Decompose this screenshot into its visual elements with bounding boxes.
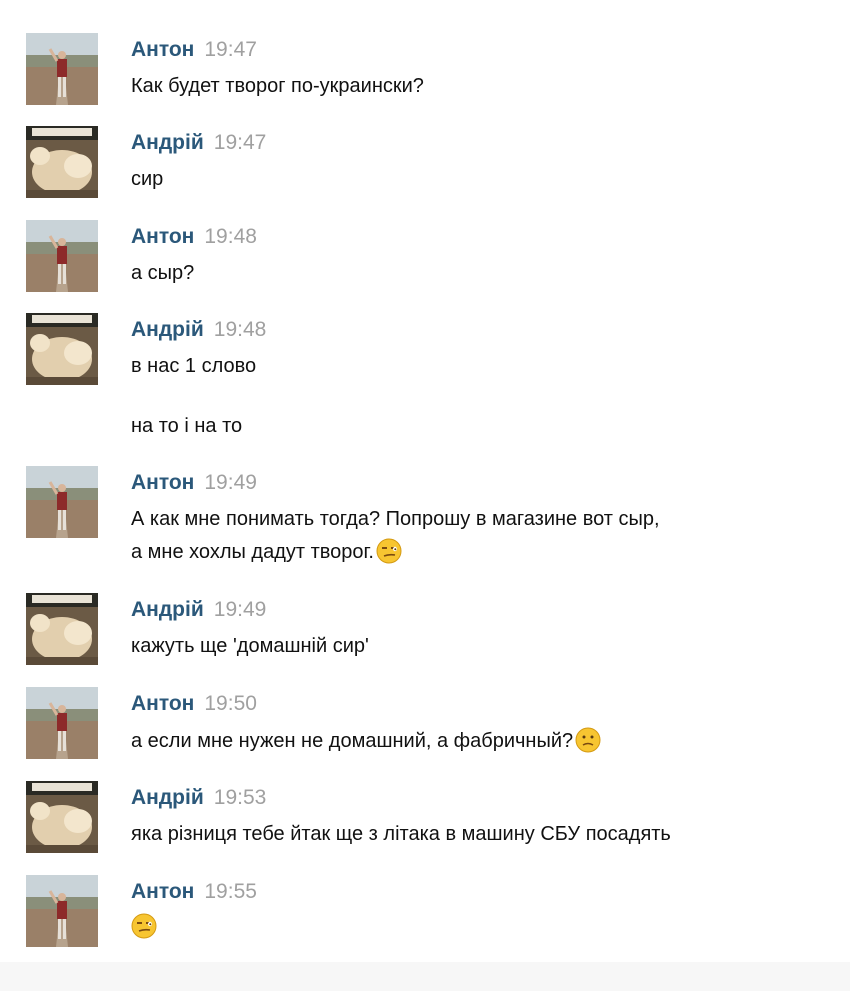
- sheep-photo-icon: [26, 781, 98, 853]
- anton-avatar[interactable]: [26, 875, 98, 947]
- message-text: а сыр?: [131, 262, 195, 284]
- message-time: 19:50: [204, 692, 257, 715]
- author-name[interactable]: Андрій: [131, 786, 204, 809]
- message-time: 19:48: [213, 318, 267, 341]
- smirk-emoji-icon: [376, 538, 402, 564]
- message-time: 19:49: [213, 598, 267, 621]
- anton-avatar[interactable]: [26, 466, 98, 538]
- author-name[interactable]: Антон: [131, 880, 194, 903]
- confused-emoji-icon: [575, 727, 601, 753]
- message-time: 19:47: [204, 38, 257, 61]
- anton-avatar[interactable]: [26, 33, 98, 105]
- message-text: в нас 1 слово: [131, 355, 257, 377]
- sheep-photo-icon: [26, 126, 98, 198]
- author-name[interactable]: Андрій: [131, 318, 204, 341]
- message-time: 19:47: [213, 131, 267, 154]
- message-text: сир: [131, 168, 164, 190]
- person-photo-icon: [26, 875, 98, 947]
- smirk-emoji-icon: [131, 913, 157, 939]
- bottom-bar: [0, 962, 850, 991]
- message-header: Андрій 19:47: [131, 130, 266, 156]
- author-name[interactable]: Антон: [131, 471, 194, 494]
- message-text: А как мне понимать тогда? Попрошу в мага…: [131, 508, 660, 530]
- message-text-with-emoji: а если мне нужен не домашний, а фабричны…: [131, 727, 601, 754]
- author-name[interactable]: Антон: [131, 692, 194, 715]
- andrii-avatar[interactable]: [26, 593, 98, 665]
- message-text: а мне хохлы дадут творог.: [131, 541, 374, 563]
- message-header: Антон 19:47: [131, 37, 257, 63]
- message-text: кажуть ще 'домашній сир': [131, 635, 369, 657]
- andrii-avatar[interactable]: [26, 313, 98, 385]
- message-header: Антон 19:48: [131, 224, 257, 250]
- author-name[interactable]: Антон: [131, 38, 194, 61]
- andrii-avatar[interactable]: [26, 781, 98, 853]
- message-text: яка різниця тебе йтак ще з літака в маши…: [131, 823, 671, 845]
- message-text: на то і на то: [131, 415, 243, 437]
- message-time: 19:49: [204, 471, 257, 494]
- message-text-with-emoji: а мне хохлы дадут творог.: [131, 538, 402, 565]
- sheep-photo-icon: [26, 313, 98, 385]
- person-photo-icon: [26, 220, 98, 292]
- author-name[interactable]: Андрій: [131, 131, 204, 154]
- person-photo-icon: [26, 33, 98, 105]
- message-header: Антон 19:50: [131, 691, 257, 717]
- person-photo-icon: [26, 687, 98, 759]
- anton-avatar[interactable]: [26, 220, 98, 292]
- message-header: Андрій 19:49: [131, 597, 266, 623]
- message-text-with-emoji: [131, 913, 157, 940]
- message-text: Как будет творог по-украински?: [131, 75, 424, 97]
- message-header: Андрій 19:48: [131, 317, 266, 343]
- message-header: Андрій 19:53: [131, 785, 266, 811]
- person-photo-icon: [26, 466, 98, 538]
- message-text: а если мне нужен не домашний, а фабричны…: [131, 730, 574, 752]
- chat-conversation: Антон 19:47 Как будет творог по-украински…: [0, 0, 850, 991]
- message-time: 19:48: [204, 225, 257, 248]
- message-time: 19:55: [204, 880, 257, 903]
- author-name[interactable]: Андрій: [131, 598, 204, 621]
- sheep-photo-icon: [26, 593, 98, 665]
- anton-avatar[interactable]: [26, 687, 98, 759]
- message-header: Антон 19:55: [131, 879, 257, 905]
- author-name[interactable]: Антон: [131, 225, 194, 248]
- message-header: Антон 19:49: [131, 470, 257, 496]
- message-time: 19:53: [213, 786, 267, 809]
- andrii-avatar[interactable]: [26, 126, 98, 198]
